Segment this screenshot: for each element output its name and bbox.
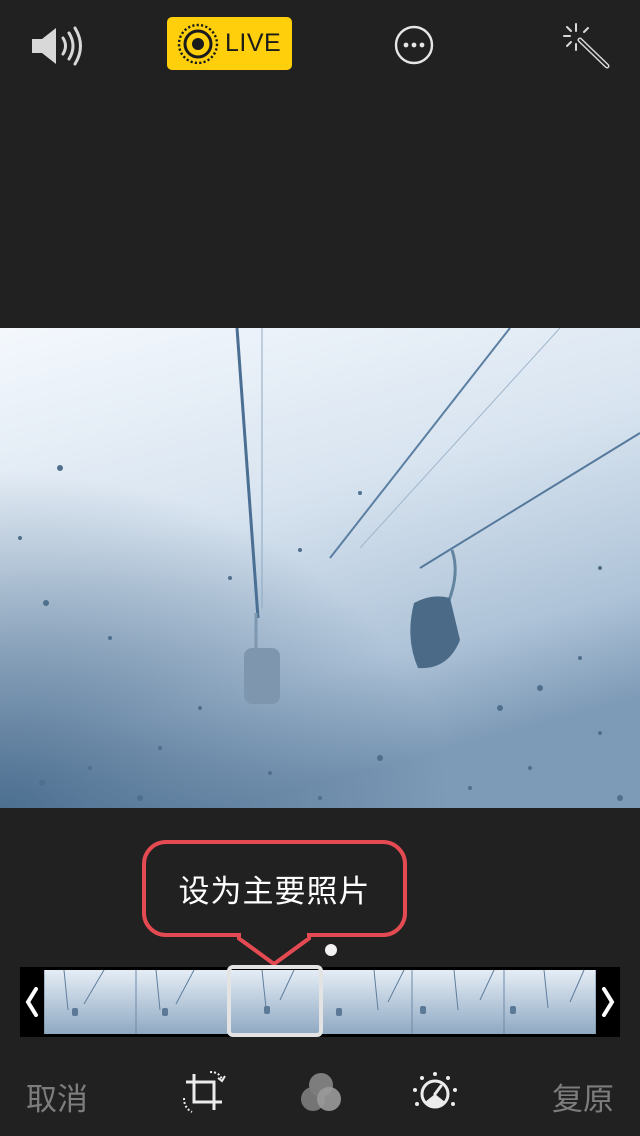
set-key-photo-tooltip[interactable]: 设为主要照片 bbox=[142, 840, 407, 937]
tooltip-label: 设为主要照片 bbox=[178, 874, 371, 910]
live-photo-icon bbox=[177, 23, 219, 64]
more-icon[interactable] bbox=[393, 24, 435, 66]
frame-selector[interactable] bbox=[227, 965, 323, 1037]
live-photo-toggle[interactable]: LIVE bbox=[167, 17, 292, 70]
trim-handle-left[interactable] bbox=[20, 967, 44, 1037]
auto-enhance-wand-icon[interactable] bbox=[562, 22, 612, 70]
chevron-left-icon bbox=[25, 987, 38, 1017]
cancel-button[interactable]: 取消 bbox=[26, 1074, 88, 1119]
trim-handle-right[interactable] bbox=[596, 967, 620, 1037]
revert-button[interactable]: 复原 bbox=[552, 1074, 614, 1119]
photo-canvas[interactable] bbox=[0, 328, 640, 808]
bottom-toolbar: 取消 复原 bbox=[0, 1060, 640, 1136]
filters-icon[interactable] bbox=[296, 1068, 346, 1118]
live-label: LIVE bbox=[225, 29, 282, 57]
adjust-icon[interactable] bbox=[410, 1068, 460, 1118]
tooltip-pointer bbox=[237, 928, 311, 966]
chevron-right-icon bbox=[602, 987, 615, 1017]
crop-rotate-icon[interactable] bbox=[180, 1068, 230, 1118]
top-toolbar: LIVE bbox=[0, 0, 640, 90]
key-photo-marker bbox=[325, 944, 337, 956]
speaker-icon[interactable] bbox=[28, 24, 86, 68]
